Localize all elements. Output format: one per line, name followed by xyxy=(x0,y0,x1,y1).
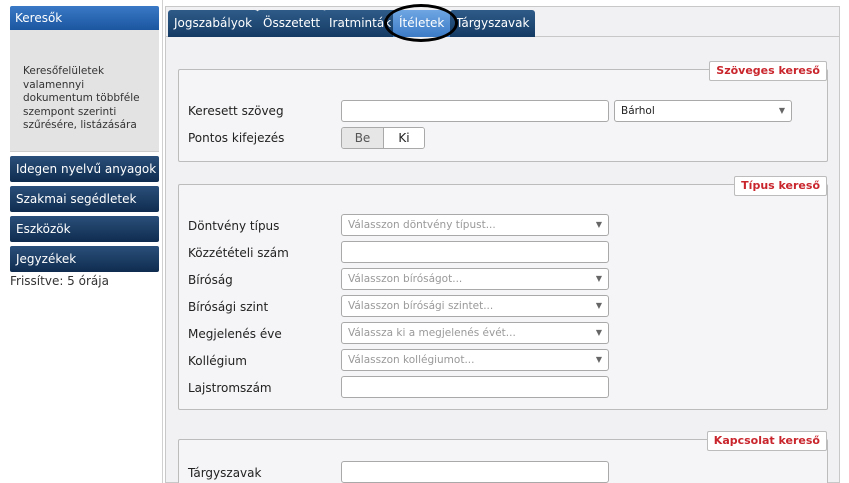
court-label: Bíróság xyxy=(188,273,233,287)
exact-on-option[interactable]: Be xyxy=(342,128,383,148)
tab-judgments[interactable]: Ítéletek xyxy=(393,10,451,37)
exact-phrase-toggle[interactable]: Be Ki xyxy=(341,127,425,149)
tab-combined[interactable]: Összetett xyxy=(257,10,327,37)
chevron-down-icon: ▼ xyxy=(595,328,602,337)
sidebar-item-foreign-materials[interactable]: Idegen nyelvű anyagok xyxy=(10,156,159,182)
refresh-status: Frissítve: 5 órája xyxy=(10,274,109,288)
decision-type-label: Döntvény típus xyxy=(188,219,280,233)
court-level-label: Bírósági szint xyxy=(188,300,269,314)
chevron-down-icon: ▼ xyxy=(595,220,602,229)
chevron-down-icon: ▼ xyxy=(595,355,602,364)
text-search-panel: Szöveges kereső Keresett szöveg Bárhol ▼… xyxy=(178,61,828,162)
searched-text-input[interactable] xyxy=(341,100,609,122)
type-search-panel: Típus kereső Döntvény típus Válasszon dö… xyxy=(178,176,828,410)
keywords-label: Tárgyszavak xyxy=(188,466,262,480)
publication-year-label: Megjelenés éve xyxy=(188,327,282,341)
publication-year-placeholder: Válassza ki a megjelenés évét... xyxy=(348,327,516,339)
publication-number-input[interactable] xyxy=(341,241,609,263)
chevron-down-icon: ▼ xyxy=(595,274,602,283)
sidebar-item-tools[interactable]: Eszközök xyxy=(10,216,159,242)
court-select[interactable]: Válasszon bíróságot... ▼ xyxy=(341,268,609,290)
main-panel: Jogszabályok Összetett Iratminták Ítélet… xyxy=(165,4,840,483)
tab-legislation[interactable]: Jogszabályok xyxy=(168,10,259,37)
chevron-down-icon: ▼ xyxy=(778,106,785,115)
tab-document-templates[interactable]: Iratminták xyxy=(323,10,398,37)
publication-year-select[interactable]: Válassza ki a megjelenés évét... ▼ xyxy=(341,322,609,344)
sidebar-item-professional-guides[interactable]: Szakmai segédletek xyxy=(10,186,159,212)
scope-select[interactable]: Bárhol ▼ xyxy=(614,100,792,122)
court-level-placeholder: Válasszon bírósági szintet... xyxy=(348,300,494,312)
publication-number-label: Közzétételi szám xyxy=(188,246,289,260)
scope-value: Bárhol xyxy=(621,105,655,117)
decision-type-select[interactable]: Válasszon döntvény típust... ▼ xyxy=(341,214,609,236)
registry-number-label: Lajstromszám xyxy=(188,381,272,395)
sidebar-description: Keresőfelületek valamennyi dokumentum tö… xyxy=(10,30,159,152)
tab-keywords[interactable]: Tárgyszavak xyxy=(450,10,536,37)
sidebar-item-registers[interactable]: Jegyzékek xyxy=(10,246,159,272)
sidebar: Keresők Keresőfelületek valamennyi dokum… xyxy=(10,6,159,288)
type-search-legend: Típus kereső xyxy=(734,176,827,196)
relation-search-legend: Kapcsolat kereső xyxy=(706,431,827,451)
decision-type-placeholder: Válasszon döntvény típust... xyxy=(348,219,496,231)
text-search-legend: Szöveges kereső xyxy=(709,61,827,81)
tab-bar: Jogszabályok Összetett Iratminták Ítélet… xyxy=(166,4,839,42)
relation-search-panel: Kapcsolat kereső Tárgyszavak xyxy=(178,431,828,483)
chevron-down-icon: ▼ xyxy=(595,301,602,310)
sidebar-header[interactable]: Keresők xyxy=(10,6,159,30)
court-level-select[interactable]: Válasszon bírósági szintet... ▼ xyxy=(341,295,609,317)
college-label: Kollégium xyxy=(188,354,247,368)
college-select[interactable]: Válasszon kollégiumot... ▼ xyxy=(341,349,609,371)
keywords-input[interactable] xyxy=(341,461,609,483)
exact-phrase-label: Pontos kifejezés xyxy=(188,131,285,145)
divider xyxy=(162,0,163,483)
registry-number-input[interactable] xyxy=(341,376,609,398)
court-placeholder: Válasszon bíróságot... xyxy=(348,273,463,285)
exact-off-option[interactable]: Ki xyxy=(383,128,424,148)
searched-text-label: Keresett szöveg xyxy=(188,104,284,118)
college-placeholder: Válasszon kollégiumot... xyxy=(348,354,475,366)
